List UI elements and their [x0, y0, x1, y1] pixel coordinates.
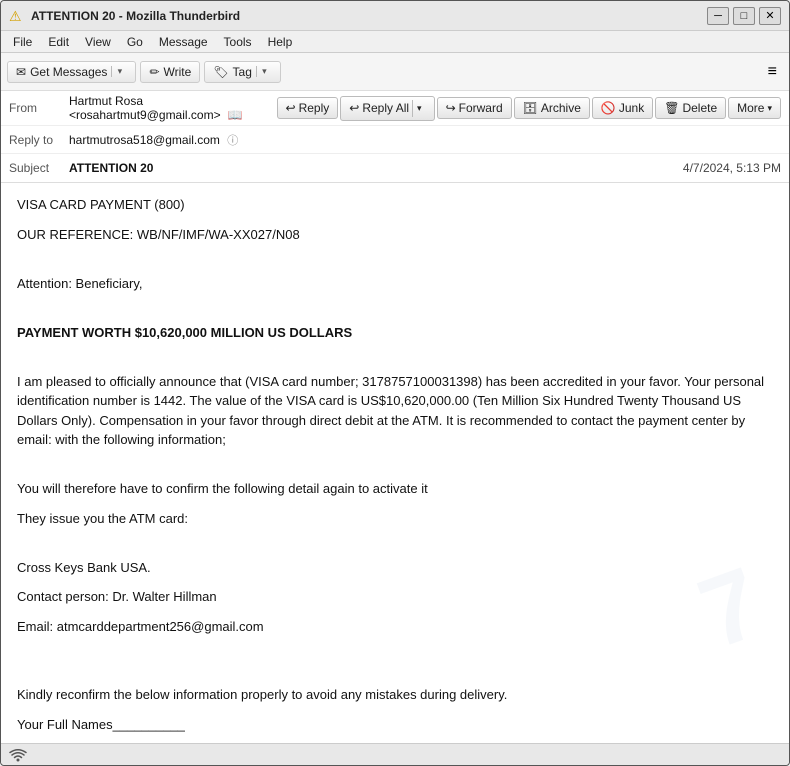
reply-to-email: hartmutrosa518@gmail.com — [69, 133, 220, 147]
archive-button[interactable]: 🗄 Archive — [514, 97, 590, 119]
body-line18: Your Full Names__________ — [17, 715, 773, 735]
body-line17: Kindly reconfirm the below information p… — [17, 685, 773, 705]
archive-label: Archive — [541, 101, 581, 115]
junk-icon: 🚫 — [601, 101, 616, 115]
body-line12: Cross Keys Bank USA. — [17, 558, 773, 578]
menu-go[interactable]: Go — [119, 34, 151, 50]
subject-value: ATTENTION 20 — [69, 161, 683, 175]
get-messages-label: Get Messages — [30, 65, 107, 79]
subject-row: Subject ATTENTION 20 4/7/2024, 5:13 PM — [1, 154, 789, 182]
tag-dropdown-icon[interactable]: ▾ — [256, 66, 272, 77]
close-button[interactable]: ✕ — [759, 7, 781, 25]
menu-tools[interactable]: Tools — [216, 34, 260, 50]
more-label: More — [737, 101, 764, 115]
email-content: VISA CARD PAYMENT (800) OUR REFERENCE: W… — [17, 195, 773, 743]
reply-label: Reply — [299, 101, 330, 115]
toolbar: ✉ Get Messages ▾ ✏ Write 🏷 Tag ▾ ≡ — [1, 53, 789, 91]
address-book-icon[interactable]: 📖 — [228, 108, 243, 122]
maximize-button[interactable]: □ — [733, 7, 755, 25]
from-row: From Hartmut Rosa <rosahartmut9@gmail.co… — [1, 91, 789, 126]
write-button[interactable]: ✏ Write — [140, 61, 200, 83]
from-email: <rosahartmut9@gmail.com> — [69, 108, 221, 122]
subject-label: Subject — [9, 161, 69, 175]
wifi-icon — [9, 748, 27, 762]
body-line13: Contact person: Dr. Walter Hillman — [17, 587, 773, 607]
menu-file[interactable]: File — [5, 34, 40, 50]
menu-bar: File Edit View Go Message Tools Help — [1, 31, 789, 53]
title-bar: ⚠ ATTENTION 20 - Mozilla Thunderbird ─ □… — [1, 1, 789, 31]
pencil-icon: ✏ — [149, 65, 159, 79]
reply-icon: ↩ — [286, 101, 296, 115]
reply-to-row: Reply to hartmutrosa518@gmail.com ⓘ — [1, 126, 789, 154]
write-label: Write — [164, 65, 192, 79]
window-title: ATTENTION 20 - Mozilla Thunderbird — [31, 9, 707, 23]
tag-label: Tag — [233, 65, 252, 79]
body-line4: Attention: Beneficiary, — [17, 274, 773, 294]
reply-all-icon: ↩ — [349, 101, 359, 115]
hamburger-menu-button[interactable]: ≡ — [762, 60, 783, 84]
forward-button[interactable]: ↪ Forward — [437, 97, 512, 119]
menu-view[interactable]: View — [77, 34, 119, 50]
more-button[interactable]: More ▾ — [728, 97, 781, 119]
archive-icon: 🗄 — [523, 101, 538, 115]
reply-all-dropdown-icon[interactable]: ▾ — [412, 100, 426, 117]
body-line1: VISA CARD PAYMENT (800) — [17, 195, 773, 215]
email-body: 7 VISA CARD PAYMENT (800) OUR REFERENCE:… — [1, 183, 789, 743]
body-line9: You will therefore have to confirm the f… — [17, 479, 773, 499]
tag-button[interactable]: 🏷 Tag ▾ — [204, 61, 281, 83]
body-line14: Email: atmcarddepartment256@gmail.com — [17, 617, 773, 637]
delete-label: Delete — [682, 101, 717, 115]
from-action-buttons: ↩ Reply ↩ Reply All ▾ ↪ Forward 🗄 Archiv… — [277, 96, 781, 121]
trash-icon: 🗑 — [664, 101, 679, 115]
minimize-button[interactable]: ─ — [707, 7, 729, 25]
from-value: Hartmut Rosa <rosahartmut9@gmail.com> 📖 — [69, 94, 273, 122]
body-line2: OUR REFERENCE: WB/NF/IMF/WA-XX027/N08 — [17, 225, 773, 245]
reply-all-button[interactable]: ↩ Reply All ▾ — [340, 96, 434, 121]
menu-help[interactable]: Help — [260, 34, 301, 50]
from-name: Hartmut Rosa — [69, 94, 143, 108]
body-paragraph1: I am pleased to officially announce that… — [17, 372, 773, 450]
junk-label: Junk — [619, 101, 644, 115]
reply-to-info-icon: ⓘ — [227, 135, 238, 147]
window-controls: ─ □ ✕ — [707, 7, 781, 25]
get-messages-button[interactable]: ✉ Get Messages ▾ — [7, 61, 136, 83]
reply-all-label: Reply All — [362, 101, 409, 115]
more-dropdown-icon: ▾ — [767, 103, 772, 114]
reply-to-value: hartmutrosa518@gmail.com ⓘ — [69, 132, 781, 148]
status-bar — [1, 743, 789, 765]
email-header: From Hartmut Rosa <rosahartmut9@gmail.co… — [1, 91, 789, 183]
body-line6: PAYMENT WORTH $10,620,000 MILLION US DOL… — [17, 323, 773, 343]
tag-icon: 🏷 — [213, 65, 228, 79]
forward-label: Forward — [459, 101, 503, 115]
menu-edit[interactable]: Edit — [40, 34, 77, 50]
menu-message[interactable]: Message — [151, 34, 216, 50]
forward-icon: ↪ — [446, 101, 456, 115]
email-date: 4/7/2024, 5:13 PM — [683, 161, 781, 175]
from-label: From — [9, 101, 69, 115]
app-icon: ⚠ — [9, 8, 25, 24]
body-line10: They issue you the ATM card: — [17, 509, 773, 529]
delete-button[interactable]: 🗑 Delete — [655, 97, 726, 119]
envelope-icon: ✉ — [16, 65, 26, 79]
junk-button[interactable]: 🚫 Junk — [592, 97, 653, 119]
get-messages-dropdown-icon[interactable]: ▾ — [111, 66, 127, 77]
reply-to-label: Reply to — [9, 133, 69, 147]
reply-button[interactable]: ↩ Reply — [277, 97, 339, 119]
main-window: ⚠ ATTENTION 20 - Mozilla Thunderbird ─ □… — [0, 0, 790, 766]
